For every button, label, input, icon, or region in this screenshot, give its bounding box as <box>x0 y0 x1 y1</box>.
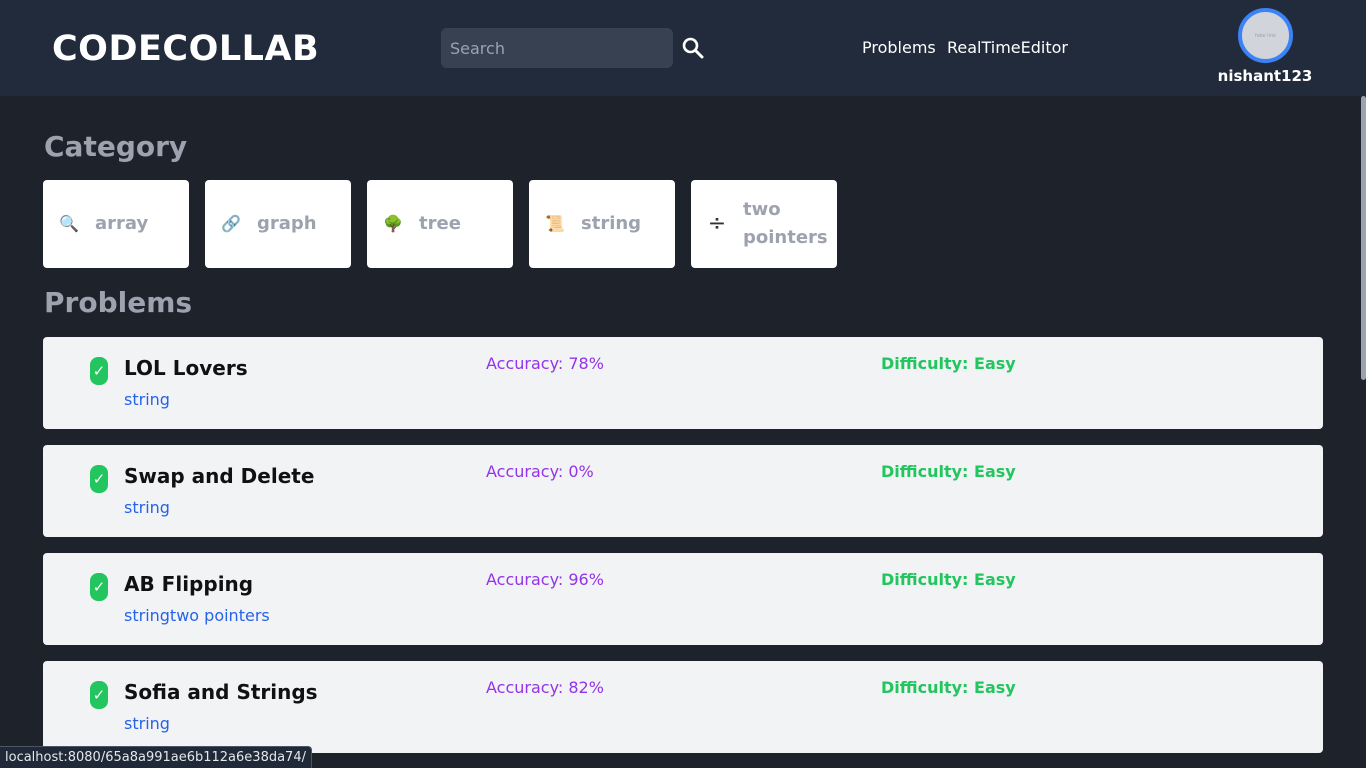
category-card-two-pointers[interactable]: ÷ two pointers <box>691 180 837 268</box>
nav-link-problems[interactable]: Problems <box>862 38 936 58</box>
problem-difficulty: Difficulty: Easy <box>881 678 1016 697</box>
logo[interactable]: CODECOLLAB <box>52 29 319 69</box>
problem-title[interactable]: AB Flipping <box>124 571 253 597</box>
problem-row[interactable]: ✓ Swap and Delete string Accuracy: 0% Di… <box>43 445 1323 537</box>
problem-tags[interactable]: string <box>124 390 170 410</box>
category-label: tree <box>419 213 461 234</box>
solved-check-icon: ✓ <box>90 573 108 601</box>
problem-accuracy: Accuracy: 0% <box>486 462 594 481</box>
divide-icon: ÷ <box>707 211 727 236</box>
problem-title[interactable]: Sofia and Strings <box>124 679 318 705</box>
category-label: array <box>95 213 149 234</box>
solved-check-icon: ✓ <box>90 681 108 709</box>
problem-tags[interactable]: stringtwo pointers <box>124 606 270 626</box>
category-label: graph <box>257 213 317 234</box>
problem-title[interactable]: Swap and Delete <box>124 463 314 489</box>
search-icon[interactable] <box>681 36 705 60</box>
problem-difficulty: Difficulty: Easy <box>881 354 1016 373</box>
problem-row[interactable]: ✓ LOL Lovers string Accuracy: 78% Diffic… <box>43 337 1323 429</box>
link-status-bar: localhost:8080/65a8a991ae6b112a6e38da74/ <box>0 746 312 768</box>
magnifier-icon: 🔍 <box>59 214 79 233</box>
username[interactable]: nishant123 <box>1200 66 1330 86</box>
problem-accuracy: Accuracy: 82% <box>486 678 604 697</box>
category-label: string <box>581 213 642 234</box>
category-label: two pointers <box>743 199 828 248</box>
avatar-alt-text: fake link <box>1254 32 1277 39</box>
category-heading: Category <box>44 130 188 163</box>
top-header: CODECOLLAB Problems RealTimeEditor fake … <box>0 0 1366 96</box>
page-scrollbar[interactable] <box>1361 96 1366 380</box>
problems-heading: Problems <box>44 286 193 319</box>
category-card-array[interactable]: 🔍 array <box>43 180 189 268</box>
category-card-string[interactable]: 📜 string <box>529 180 675 268</box>
avatar[interactable]: fake link <box>1238 8 1293 63</box>
solved-check-icon: ✓ <box>90 357 108 385</box>
problem-tags[interactable]: string <box>124 498 170 518</box>
problem-row[interactable]: ✓ AB Flipping stringtwo pointers Accurac… <box>43 553 1323 645</box>
scroll-icon: 📜 <box>545 214 565 233</box>
problem-accuracy: Accuracy: 78% <box>486 354 604 373</box>
problem-tags[interactable]: string <box>124 714 170 734</box>
problem-accuracy: Accuracy: 96% <box>486 570 604 589</box>
problem-title[interactable]: LOL Lovers <box>124 355 248 381</box>
category-card-tree[interactable]: 🌳 tree <box>367 180 513 268</box>
problem-difficulty: Difficulty: Easy <box>881 570 1016 589</box>
tree-icon: 🌳 <box>383 214 403 233</box>
category-card-graph[interactable]: 🔗 graph <box>205 180 351 268</box>
problem-row[interactable]: ✓ Sofia and Strings string Accuracy: 82%… <box>43 661 1323 753</box>
link-icon: 🔗 <box>221 214 241 233</box>
nav-link-realtime-editor[interactable]: RealTimeEditor <box>947 38 1068 58</box>
search-input[interactable] <box>441 28 673 68</box>
problem-difficulty: Difficulty: Easy <box>881 462 1016 481</box>
solved-check-icon: ✓ <box>90 465 108 493</box>
